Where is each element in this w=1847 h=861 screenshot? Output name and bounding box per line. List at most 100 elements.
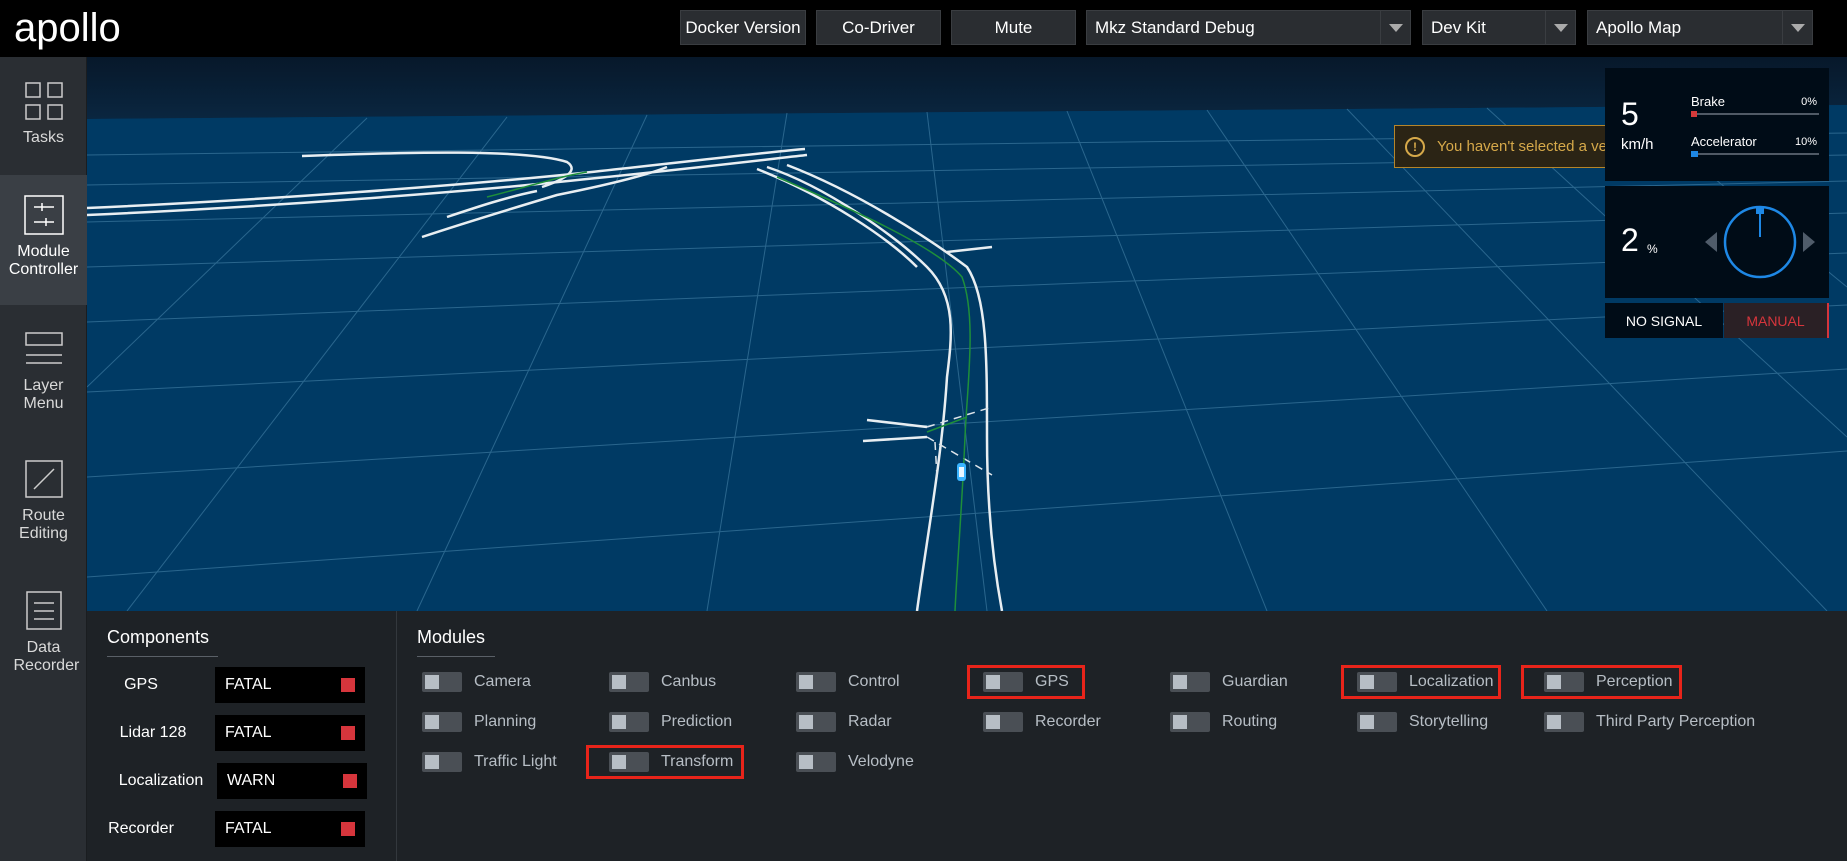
toggle-switch[interactable] [422,752,462,772]
toggle-switch[interactable] [796,712,836,732]
module-planning[interactable]: Planning [422,710,536,734]
toggle-switch[interactable] [796,672,836,692]
control-panel: Components GPS FATAL Lidar 128 FATAL Loc… [87,611,1847,861]
module-guardian[interactable]: Guardian [1170,670,1288,694]
status-indicator [341,678,355,692]
accelerator-fill [1691,151,1698,157]
module-velodyne[interactable]: Velodyne [796,750,914,774]
status-indicator [341,726,355,740]
vehicle-value: Dev Kit [1431,17,1486,37]
sidebar-item-module-controller[interactable]: Module Controller [0,175,87,305]
signal-status: NO SIGNAL [1605,303,1723,338]
toggle-switch[interactable] [1357,712,1397,732]
component-status: FATAL [215,715,365,751]
top-header: apollo Docker Version Co-Driver Mute Mkz… [0,0,1847,57]
module-label: Recorder [1035,713,1101,730]
sidebar-item-label: Data Recorder [13,639,80,674]
module-label: Guardian [1222,673,1288,690]
toggle-switch[interactable] [1170,672,1210,692]
module-prediction[interactable]: Prediction [609,710,732,734]
component-name: GPS [124,676,158,693]
component-status: FATAL [215,811,365,847]
steering-value: 2 [1621,222,1639,258]
component-status: WARN [217,763,367,799]
brake-fill [1691,111,1697,117]
svg-text:apollo: apollo [14,8,121,50]
docker-version-button[interactable]: Docker Version [680,10,806,45]
highlight-localization [1341,665,1501,699]
module-label: Velodyne [848,753,914,770]
route-icon [24,460,63,498]
brake-label: Brake [1691,94,1725,109]
component-row: GPS FATAL [87,667,397,705]
status-text: FATAL [225,820,272,837]
toggle-switch[interactable] [609,712,649,732]
sidebar-item-tasks[interactable]: Tasks [0,57,87,187]
sidebar-item-data-recorder[interactable]: Data Recorder [0,565,87,695]
toggle-switch[interactable] [1170,712,1210,732]
sidebar-item-label: Module Controller [8,243,79,278]
toggle-switch[interactable] [609,672,649,692]
status-indicator [341,822,355,836]
component-status: FATAL [215,667,365,703]
vehicle-select[interactable]: Dev Kit [1422,10,1576,45]
module-label: Radar [848,713,892,730]
module-radar[interactable]: Radar [796,710,892,734]
module-label: Traffic Light [474,753,557,770]
co-driver-button[interactable]: Co-Driver [816,10,941,45]
sidebar-item-layer-menu[interactable]: Layer Menu [0,305,87,435]
sidebar: Tasks Module Controller Layer Menu Route… [0,57,87,861]
module-storytelling[interactable]: Storytelling [1357,710,1488,734]
components-panel: Components GPS FATAL Lidar 128 FATAL Loc… [87,611,397,861]
document-icon [25,591,62,630]
apollo-logo: apollo [14,8,139,50]
component-name: Localization [118,772,204,789]
layers-icon [24,332,63,364]
sliders-icon [23,195,64,235]
driving-mode-status: MANUAL [1724,303,1829,338]
toggle-switch[interactable] [796,752,836,772]
components-title: Components [107,627,218,657]
highlight-gps [967,665,1085,699]
map-select[interactable]: Apollo Map [1587,10,1813,45]
sidebar-item-label: Route Editing [19,507,68,542]
ego-vehicle-icon [957,463,966,481]
grid-icon [24,82,63,120]
module-camera[interactable]: Camera [422,670,531,694]
toggle-switch[interactable] [422,712,462,732]
component-name: Recorder [108,820,174,837]
module-label: Canbus [661,673,717,690]
module-recorder[interactable]: Recorder [983,710,1101,734]
modules-title: Modules [417,627,495,657]
module-label: Third Party Perception [1596,713,1756,730]
module-label: Routing [1222,713,1278,730]
steering-wheel-icon [1705,205,1815,279]
highlight-transform [586,745,744,779]
toggle-switch[interactable] [983,712,1023,732]
map-scene[interactable]: ! You haven't selected a vehicle yet! 5 … [87,57,1847,611]
highlight-perception [1521,665,1682,699]
status-text: FATAL [225,724,272,741]
status-text: FATAL [225,676,272,693]
vehicle-mode-select[interactable]: Mkz Standard Debug [1086,10,1411,45]
sidebar-item-route-editing[interactable]: Route Editing [0,435,87,565]
component-row: Lidar 128 FATAL [87,715,397,753]
accelerator-percent: 10% [1794,136,1817,148]
module-control[interactable]: Control [796,670,900,694]
toggle-switch[interactable] [1544,712,1584,732]
sidebar-item-label: Tasks [23,129,64,146]
chevron-down-icon [1545,11,1575,44]
speed-dashboard: 5 km/h Brake 0% Accelerator 10% [1605,68,1829,181]
module-label: Prediction [661,713,733,730]
speed-value: 5 [1621,96,1639,132]
module-routing[interactable]: Routing [1170,710,1277,734]
module-third-party-perception[interactable]: Third Party Perception [1544,710,1755,734]
chevron-down-icon [1782,11,1812,44]
component-row: Localization WARN [87,763,397,801]
steering-dashboard: 2 % [1605,186,1829,298]
module-traffic-light[interactable]: Traffic Light [422,750,557,774]
brake-percent: 0% [1801,96,1817,108]
module-canbus[interactable]: Canbus [609,670,716,694]
toggle-switch[interactable] [422,672,462,692]
mute-button[interactable]: Mute [951,10,1076,45]
